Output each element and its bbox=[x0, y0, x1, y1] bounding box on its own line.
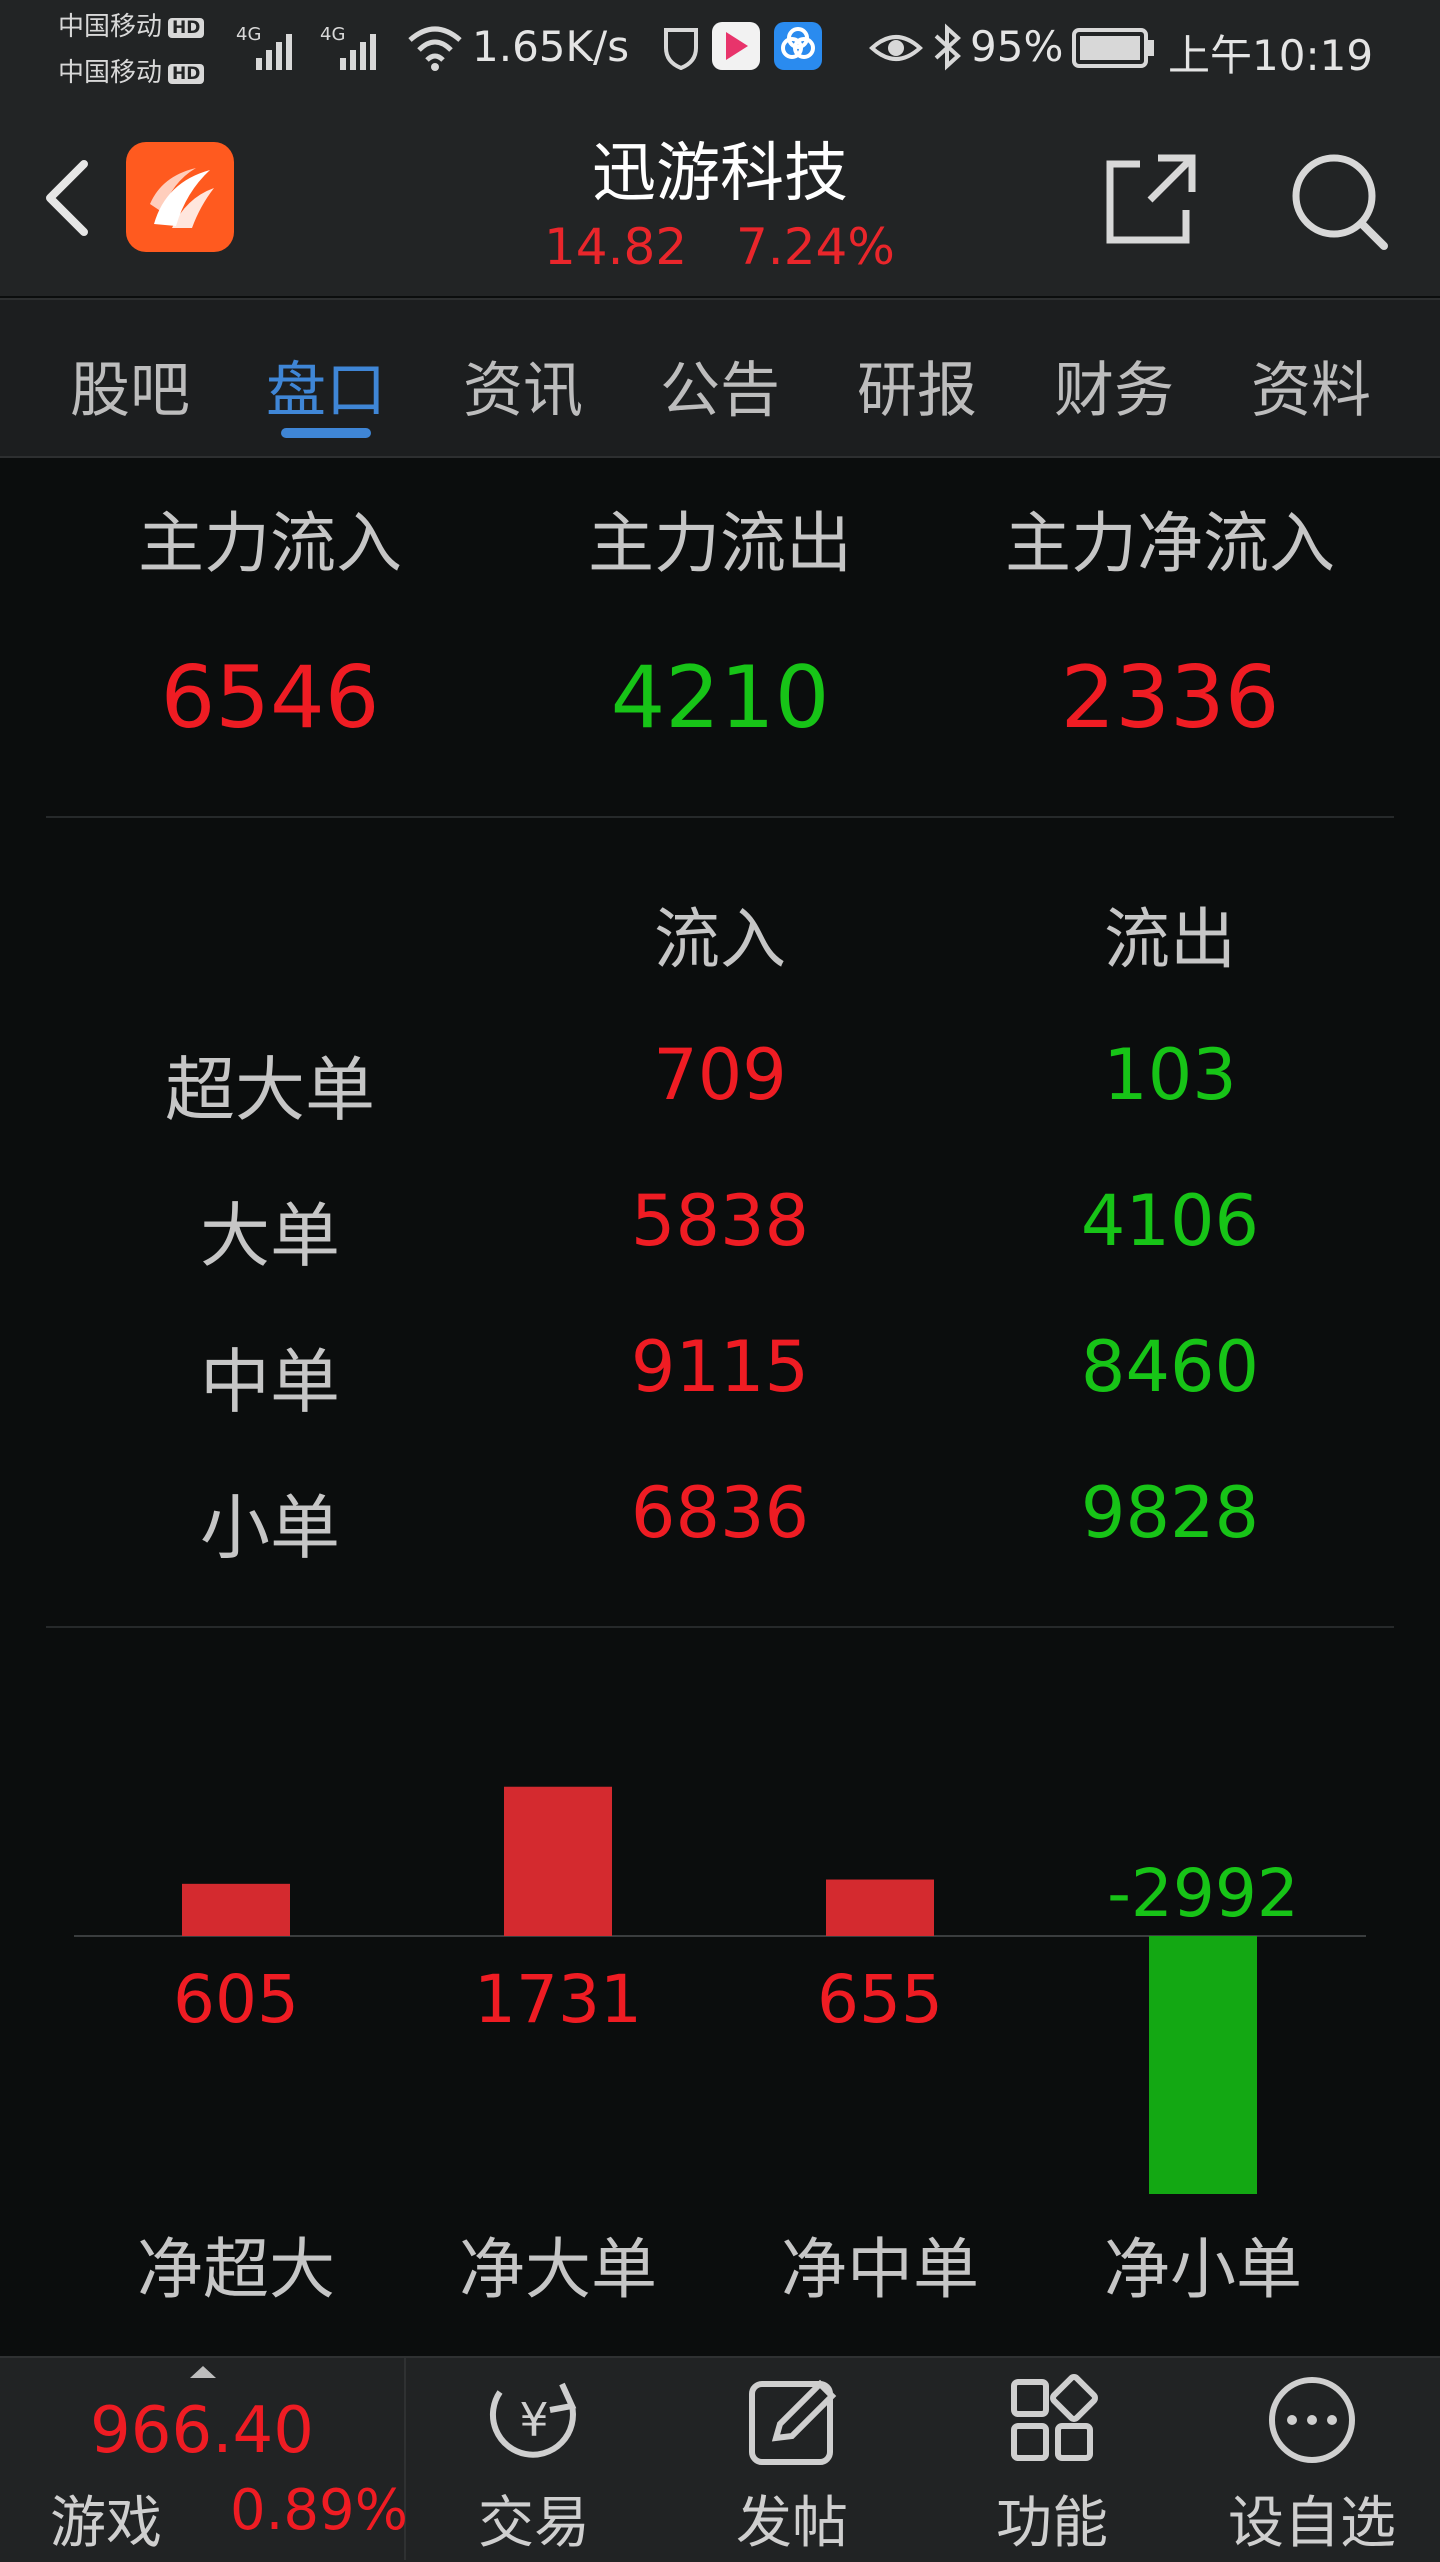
main-net-inflow-value: 2336 bbox=[1060, 648, 1280, 748]
tab-profile[interactable]: 资料 bbox=[1226, 342, 1396, 429]
grid-icon[interactable] bbox=[932, 2372, 1172, 2468]
main-net-inflow-label: 主力净流入 bbox=[1005, 505, 1335, 582]
tab-finance[interactable]: 财务 bbox=[1029, 342, 1199, 429]
row-inflow-super-large: 709 bbox=[653, 1034, 787, 1116]
chart-category-label-4: 净小单 bbox=[1104, 2231, 1302, 2308]
trade-yen-icon[interactable]: ¥ bbox=[414, 2372, 654, 2468]
carrier-2: 中国移动 HD bbox=[58, 52, 205, 89]
main-inflow-label: 主力流入 bbox=[138, 505, 402, 582]
link-app-icon bbox=[774, 22, 822, 70]
chart-category-label-1: 净超大 bbox=[137, 2231, 335, 2308]
chart-value-label-4: -2992 bbox=[1107, 1855, 1299, 1932]
row-label-large: 大单 bbox=[200, 1195, 340, 1277]
stock-name: 迅游科技 bbox=[592, 137, 848, 211]
sector-name: 游戏 bbox=[50, 2491, 162, 2556]
row-label-small: 小单 bbox=[200, 1487, 340, 1569]
bluetooth-icon bbox=[934, 23, 961, 71]
tab-order-book[interactable]: 盘口 bbox=[241, 342, 411, 429]
signal-icon: 4G 4G bbox=[236, 24, 376, 70]
shield-icon bbox=[664, 28, 698, 70]
nav-post-label[interactable]: 发帖 bbox=[672, 2478, 912, 2559]
chart-category-label-3: 净中单 bbox=[781, 2231, 979, 2308]
carrier-1-label: 中国移动 bbox=[58, 12, 163, 42]
row-outflow-large: 4106 bbox=[1080, 1180, 1260, 1262]
eye-icon bbox=[869, 35, 923, 61]
carrier-1: 中国移动 HD bbox=[58, 6, 205, 43]
divider bbox=[46, 816, 1394, 818]
stock-change-percent: 7.24% bbox=[736, 218, 895, 276]
row-outflow-small: 9828 bbox=[1080, 1472, 1260, 1554]
search-icon[interactable] bbox=[1284, 146, 1394, 256]
sector-index-value: 966.40 bbox=[90, 2394, 314, 2468]
row-label-medium: 中单 bbox=[200, 1341, 340, 1423]
row-label-super-large: 超大单 bbox=[165, 1049, 375, 1131]
more-dots-icon[interactable] bbox=[1192, 2372, 1432, 2468]
video-app-icon bbox=[712, 22, 760, 70]
hd-badge: HD bbox=[168, 17, 205, 38]
tab-announcements[interactable]: 公告 bbox=[635, 342, 805, 429]
clock: 上午10:19 bbox=[1168, 31, 1374, 80]
battery-percent: 95% bbox=[970, 22, 1064, 71]
active-tab-indicator bbox=[281, 428, 371, 438]
tab-forum[interactable]: 股吧 bbox=[45, 342, 215, 429]
chart-bar-3 bbox=[826, 1879, 934, 1936]
svg-text:¥: ¥ bbox=[519, 2393, 548, 2447]
wifi-icon bbox=[408, 26, 462, 71]
network-speed: 1.65K/s bbox=[472, 22, 630, 71]
carrier-2-label: 中国移动 bbox=[58, 58, 163, 88]
chart-value-label-3: 655 bbox=[817, 1961, 943, 2038]
divider-2 bbox=[46, 1626, 1394, 1628]
tab-bar: 股吧 盘口 资讯 公告 研报 财务 资料 bbox=[0, 298, 1440, 458]
net-flow-bar-chart: 605 净超大 1731 净大单 655 净中单 -2992 净小单 bbox=[74, 1786, 1366, 2308]
row-inflow-small: 6836 bbox=[630, 1472, 810, 1554]
sector-change-percent: 0.89% bbox=[230, 2478, 408, 2543]
chart-bar-2 bbox=[504, 1786, 612, 1936]
tab-news[interactable]: 资讯 bbox=[438, 342, 608, 429]
row-outflow-super-large: 103 bbox=[1103, 1034, 1237, 1116]
inflow-header: 流入 bbox=[654, 901, 786, 978]
network-type-2: 4G bbox=[320, 24, 345, 45]
tab-research[interactable]: 研报 bbox=[832, 342, 1002, 429]
chart-category-label-2: 净大单 bbox=[459, 2231, 657, 2308]
row-inflow-medium: 9115 bbox=[630, 1326, 810, 1408]
nav-trade-label[interactable]: 交易 bbox=[414, 2478, 654, 2559]
chart-bar-1 bbox=[182, 1883, 290, 1936]
chart-bar-4 bbox=[1149, 1936, 1257, 2194]
nav-functions-label[interactable]: 功能 bbox=[932, 2478, 1172, 2559]
status-bar: 中国移动 HD 中国移动 HD 4G 4G 1.65K/s 95% 上午10:19 bbox=[0, 0, 1440, 100]
battery-icon bbox=[1072, 28, 1154, 68]
main-outflow-value: 4210 bbox=[610, 648, 830, 748]
main-outflow-label: 主力流出 bbox=[588, 505, 852, 582]
main-inflow-value: 6546 bbox=[160, 648, 380, 748]
compose-icon[interactable] bbox=[672, 2372, 912, 2468]
network-type-1: 4G bbox=[236, 24, 261, 45]
chart-value-label-1: 605 bbox=[173, 1961, 299, 2038]
row-inflow-large: 5838 bbox=[630, 1180, 810, 1262]
share-icon[interactable] bbox=[1100, 150, 1200, 250]
nav-add-watchlist-label[interactable]: 设自选 bbox=[1192, 2478, 1432, 2559]
hd-badge-2: HD bbox=[168, 63, 205, 84]
row-outflow-medium: 8460 bbox=[1080, 1326, 1260, 1408]
stock-price: 14.82 bbox=[544, 218, 688, 276]
caret-up-icon bbox=[190, 2366, 216, 2378]
chart-value-label-2: 1731 bbox=[474, 1961, 642, 2038]
outflow-header: 流出 bbox=[1104, 901, 1236, 978]
